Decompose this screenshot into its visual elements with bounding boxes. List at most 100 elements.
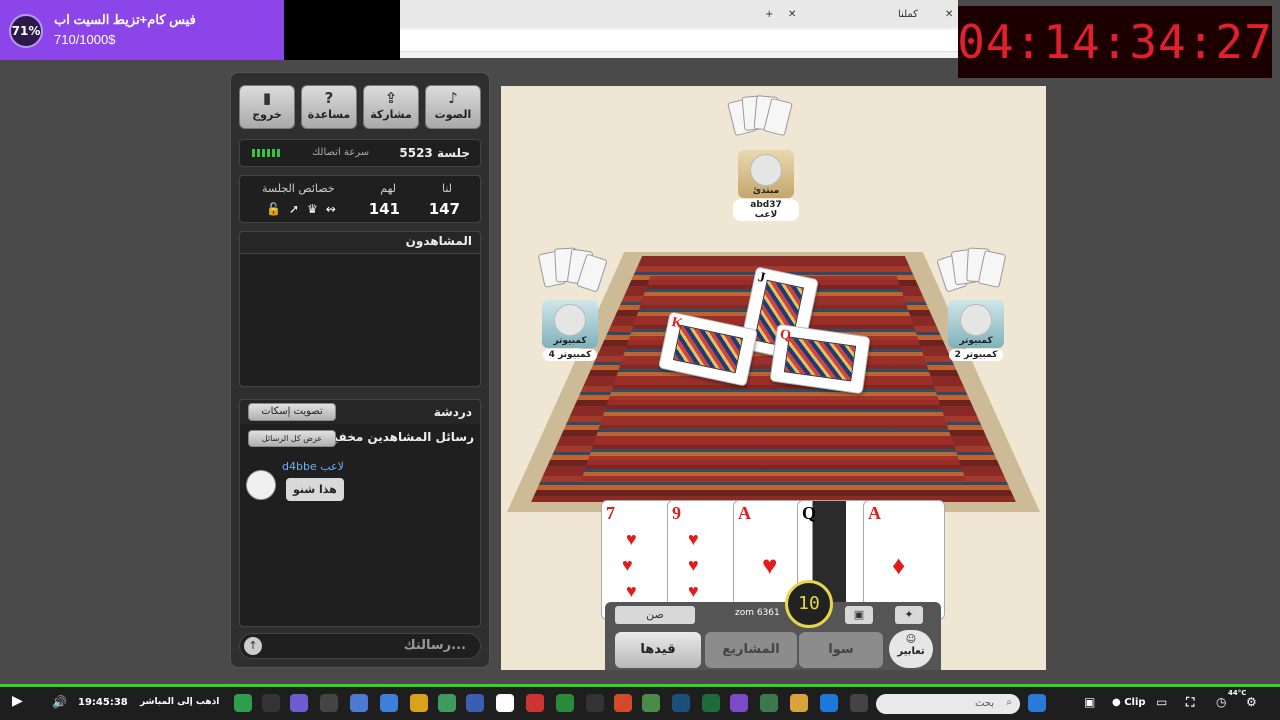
chat-title: دردشة [433,405,472,419]
player-name: كمبيوتر 2 [948,349,1004,361]
action-bar: صن zom 6361 10 ▣ ✦ قيدها المشاريع سوا ☺ … [605,580,941,670]
us-score: 147 [428,200,460,218]
chat-message: هذا شنو [286,478,344,501]
smile-icon: ☺ [905,634,917,645]
app-icon[interactable] [262,694,280,712]
search-placeholder: بحث [974,698,994,709]
screen-icon[interactable]: ▭ [1156,695,1167,709]
player-top[interactable]: مبتدئ abd37 لاعب [733,150,799,221]
app-icon[interactable] [496,694,514,712]
sound-label: الصوت [434,108,472,121]
session-props-label: خصائص الجلسة [262,182,335,195]
avatar [246,470,276,500]
app-icon[interactable] [526,694,544,712]
app-icon[interactable] [672,694,690,712]
sawa-button[interactable]: سوا [799,632,883,668]
turn-timer: 10 [785,580,833,628]
sound-button[interactable]: ♪ الصوت [425,85,481,129]
go-live-link[interactable]: اذهب إلى المباشر [140,697,219,707]
session-props-icons: 🔓➚♛↭ [266,202,344,216]
app-icon[interactable] [556,694,574,712]
session-info: سرعة اتصالك جلسة 5523 [239,139,481,167]
send-icon[interactable]: ↑ [244,637,262,655]
temperature: 44°C [1228,689,1247,697]
taskbar: ▶ 🔊 19:45:38 اذهب إلى المباشر بحث ⌕ ▣ ● … [0,687,1280,720]
history-icon[interactable]: ◷ [1216,695,1226,709]
watchers-title: المشاهدون [405,234,472,248]
help-icon: ? [324,89,334,107]
card-rank: A [738,503,751,523]
volume-icon[interactable]: 🔊 [52,695,67,709]
taskbar-search[interactable]: بحث ⌕ [876,694,1020,714]
fullscreen-icon[interactable]: ⛶ [1186,695,1194,710]
browser-tab-bar: + ✕ كملنا ✕ [400,0,958,28]
app-icon[interactable] [380,694,398,712]
help-label: مساعدة [307,108,351,121]
window-icon[interactable]: ▣ [1084,695,1095,709]
player-right[interactable]: كمبيوتر كمبيوتر 2 [943,300,1009,361]
stream-timer: 04:14:34:27 [957,6,1272,78]
share-icon: ⇪ [384,89,398,107]
app-icon[interactable] [614,694,632,712]
avatar [750,154,782,186]
player-tag: zom 6361 [735,608,780,618]
app-icon[interactable] [850,694,868,712]
app-icon[interactable] [350,694,368,712]
help-button[interactable]: ? مساعدة [301,85,357,129]
app-icon[interactable] [586,694,604,712]
message-input[interactable]: ↑ رسالتك... [239,633,481,659]
edge-icon[interactable] [820,694,838,712]
app-icon[interactable] [234,694,252,712]
fire-icon[interactable]: ✦ [895,606,923,624]
folder-icon[interactable] [790,694,808,712]
avatar [554,304,586,336]
app-icon[interactable] [410,694,428,712]
speed-label: سرعة اتصالك [312,147,370,158]
close-tab-icon[interactable]: ✕ [945,4,953,24]
gift-icon[interactable]: ▣ [845,606,873,624]
record-button[interactable]: قيدها [615,632,701,668]
close-tab-icon[interactable]: ✕ [788,4,796,24]
app-icon[interactable] [320,694,338,712]
projects-button[interactable]: المشاريع [705,632,797,668]
clip-button[interactable]: ● Clip [1112,697,1146,708]
card-rank: Q [778,327,792,344]
mute-vote-button[interactable]: تصويت إسكات [248,403,336,421]
app-icon[interactable] [290,694,308,712]
app-icon[interactable] [466,694,484,712]
avatar [960,304,992,336]
donation-goal-overlay: 71% فيس كام+تزيط السيت اب 710/1000$ [0,0,284,60]
goal-title: فيس كام+تزيط السيت اب [54,12,196,27]
hidden-messages-text: رسائل المشاهدين مخفية [326,430,474,444]
show-all-messages-button[interactable]: عرض كل الرسائل [248,430,336,447]
session-number: جلسة 5523 [399,146,470,160]
exit-button[interactable]: ▮ خروج [239,85,295,129]
watchers-panel: المشاهدون [239,231,481,387]
player-role: كمبيوتر [959,336,993,346]
play-icon[interactable]: ▶ [12,693,23,709]
app-icon[interactable] [642,694,660,712]
settings-icon[interactable]: ⚙ [1246,695,1257,709]
player-left[interactable]: كمبيوتر كمبيوتر 4 [537,300,603,361]
them-score: 141 [368,200,400,218]
app-icon[interactable] [760,694,778,712]
app-icon[interactable] [730,694,748,712]
sun-label: صن [615,606,695,624]
chat-panel: دردشة تصويت إسكات رسائل المشاهدين مخفية … [239,399,481,627]
browser-tab[interactable]: كملنا [898,4,918,24]
address-bar[interactable] [400,30,958,52]
player-name: كمبيوتر 4 [542,349,598,361]
them-label: لهم [380,182,396,195]
exit-label: خروج [252,108,282,121]
card-rank: 9 [672,503,681,523]
share-button[interactable]: ⇪ مشاركة [363,85,419,129]
search-icon: ⌕ [1006,697,1012,708]
expressions-button[interactable]: ☺ تعابير [889,630,933,668]
player-name: abd37 لاعب [733,199,799,221]
windows-start-icon[interactable] [1028,694,1046,712]
exit-icon: ▮ [262,89,272,107]
app-icon[interactable] [702,694,720,712]
scoreboard: لنا لهم خصائص الجلسة 147 141 🔓➚♛↭ [239,175,481,223]
new-tab-icon[interactable]: + [765,4,773,24]
app-icon[interactable] [438,694,456,712]
